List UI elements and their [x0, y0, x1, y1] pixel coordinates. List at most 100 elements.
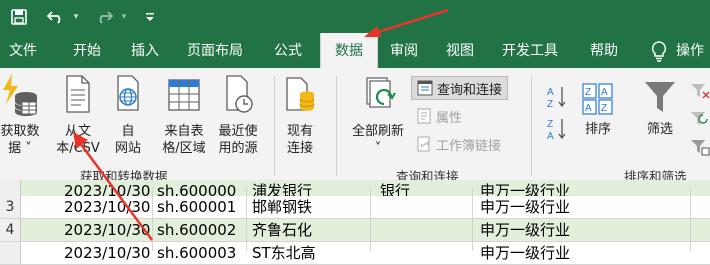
table-row[interactable]: 2023/10/30 sh.600003 ST东北高 申万一级行业 [0, 242, 710, 265]
column-gridline [370, 187, 371, 251]
group-divider [531, 76, 532, 176]
classification-cell[interactable]: 申万一级行业 [480, 196, 570, 218]
properties-label: 属性 [436, 110, 463, 126]
svg-text:A: A [547, 87, 554, 98]
tab-view[interactable]: 视图 [446, 34, 474, 68]
table-row[interactable]: 3 2023/10/30 sh.600001 邯郸钢铁 申万一级行业 [0, 196, 710, 219]
svg-text:Z: Z [547, 99, 553, 110]
svg-text:Z: Z [547, 119, 553, 130]
from-table-label-2: 格/区域 [162, 141, 206, 156]
advanced-filter-icon[interactable] [690, 138, 710, 156]
existing-conn-label-2: 连接 [286, 141, 313, 156]
column-gridline [152, 187, 153, 251]
name-cell[interactable]: 齐鲁石化 [252, 219, 312, 241]
row-header[interactable]: 3 [0, 196, 21, 218]
filter-label: 筛选 [646, 122, 673, 137]
recent-sources-label-1: 最近使 [218, 124, 258, 139]
tab-insert[interactable]: 插入 [131, 34, 159, 68]
tab-developer[interactable]: 开发工具 [502, 34, 558, 68]
edit-links-label: 工作簿链接 [436, 138, 502, 154]
tab-data[interactable]: 数据 [320, 33, 378, 68]
from-text-label-1: 从文 [64, 124, 91, 139]
get-data-button[interactable]: 获取数 据 ˅ [0, 72, 48, 157]
database-lightning-icon [3, 74, 38, 116]
recent-sources-button[interactable]: 最近使 用的源 [212, 72, 264, 157]
svg-text:Z: Z [601, 103, 607, 114]
classification-cell[interactable]: 申万一级行业 [480, 219, 570, 241]
row-header[interactable]: 4 [0, 219, 21, 241]
undo-icon[interactable] [44, 0, 68, 34]
queries-connections-button[interactable]: 查询和连接 [411, 76, 509, 100]
filter-funnel-icon [645, 82, 675, 112]
from-text-csv-button[interactable]: 从文 本/CSV [53, 72, 103, 157]
column-gridline [472, 187, 473, 251]
sort-za-icon[interactable]: ZA [546, 116, 568, 142]
filter-button[interactable]: 筛选 [638, 78, 682, 138]
date-cell[interactable]: 2023/10/30 [64, 196, 150, 218]
customize-toolbar-icon[interactable] [142, 0, 158, 34]
from-web-label-1: 自 [121, 124, 135, 139]
date-cell[interactable]: 2023/10/30 [64, 219, 150, 241]
redo-dropdown-icon[interactable]: ▾ [118, 0, 130, 34]
sort-az-icon[interactable]: AZ [546, 84, 568, 110]
get-data-label-2: 据 ˅ [8, 141, 32, 156]
worksheet-grid[interactable]: 2023/10/30 sh.600000 浦发银行 银行 申万一级行业 3 20… [0, 180, 710, 265]
tab-help[interactable]: 帮助 [590, 34, 618, 68]
existing-connections-button[interactable]: 现有 连接 [280, 72, 320, 157]
svg-text:A: A [547, 131, 554, 142]
svg-text:Z: Z [585, 87, 591, 98]
svg-text:A: A [585, 103, 592, 114]
lightbulb-icon [651, 41, 667, 62]
table-icon [168, 79, 200, 111]
tab-home[interactable]: 开始 [73, 34, 101, 68]
recent-sources-label-2: 用的源 [218, 141, 258, 156]
refresh-all-label: 全部刷新 [351, 124, 404, 139]
undo-dropdown-icon[interactable]: ▾ [70, 0, 82, 34]
ribbon-data: 获取数 据 ˅ 从文 本/CSV 自 网站 来自表 格/区域 最近使 用的源 现… [0, 68, 710, 188]
properties-button[interactable]: 属性 [416, 106, 462, 126]
clear-filter-icon[interactable] [690, 82, 710, 100]
recent-clock-icon [226, 75, 253, 113]
queries-connections-label: 查询和连接 [437, 82, 503, 98]
column-gridline [246, 187, 247, 251]
redo-icon[interactable] [92, 0, 116, 34]
text-file-icon [66, 75, 90, 113]
existing-conn-label-1: 现有 [286, 124, 313, 139]
edit-links-button[interactable]: 工作簿链接 [416, 134, 501, 154]
from-table-range-button[interactable]: 来自表 格/区域 [155, 72, 213, 157]
from-table-label-1: 来自表 [164, 124, 204, 139]
sort-dialog-icon: Z A A Z [582, 83, 613, 115]
group-divider [274, 76, 275, 176]
group-divider [336, 76, 337, 176]
tab-formulas[interactable]: 公式 [274, 34, 302, 68]
reapply-filter-icon[interactable] [690, 110, 710, 128]
date-cell[interactable]: 2023/10/30 [64, 242, 150, 264]
classification-cell[interactable]: 申万一级行业 [480, 242, 570, 264]
title-bar: ▾ ▾ [0, 0, 710, 34]
from-text-label-2: 本/CSV [56, 141, 100, 156]
get-data-label-1: 获取数 [0, 124, 40, 139]
row-header[interactable] [0, 242, 21, 264]
table-row[interactable]: 4 2023/10/30 sh.600002 齐鲁石化 申万一级行业 [0, 219, 710, 242]
code-cell[interactable]: sh.600002 [157, 219, 236, 241]
tab-page-layout[interactable]: 页面布局 [187, 34, 243, 68]
code-cell[interactable]: sh.600001 [157, 196, 236, 218]
sort-button[interactable]: Z A A Z 排序 [578, 82, 618, 138]
ribbon-tabs: 文件 开始 插入 页面布局 公式 数据 审阅 视图 开发工具 帮助 操作 [0, 33, 710, 68]
existing-connections-icon [286, 77, 315, 111]
svg-text:A: A [601, 87, 608, 98]
from-web-label-2: 网站 [114, 141, 141, 156]
save-icon[interactable] [8, 0, 30, 34]
column-gridline [690, 187, 691, 251]
code-cell[interactable]: sh.600003 [157, 242, 236, 264]
web-globe-icon [117, 75, 139, 111]
sort-label: 排序 [584, 122, 611, 137]
tell-me-search[interactable]: 操作 [650, 34, 704, 68]
refresh-all-button[interactable]: 全部刷新 ˅ [344, 72, 412, 157]
tell-me-label: 操作 [676, 43, 704, 59]
name-cell[interactable]: 邯郸钢铁 [252, 196, 312, 218]
tab-file[interactable]: 文件 [9, 34, 37, 68]
tab-review[interactable]: 审阅 [390, 34, 418, 68]
name-cell[interactable]: ST东北高 [252, 242, 316, 264]
from-web-button[interactable]: 自 网站 [108, 72, 148, 157]
